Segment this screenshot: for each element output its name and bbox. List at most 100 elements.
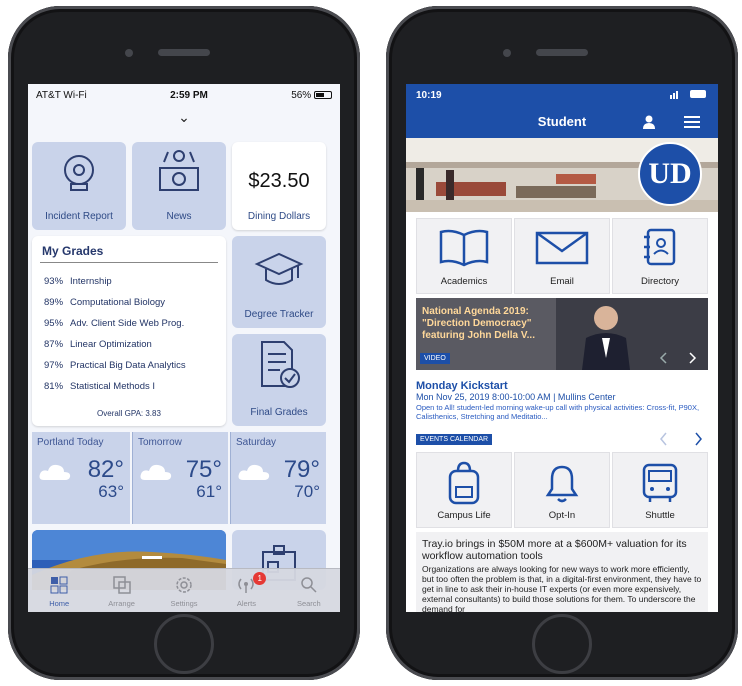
tab-settings-label: Settings [170,599,198,608]
gear-icon [176,577,192,593]
event-arrows-icon[interactable] [658,432,704,446]
book-icon [439,229,489,267]
incident-report-tile[interactable]: Incident Report [32,142,126,230]
news-podium-icon [159,150,199,191]
carrier-label: AT&T Wi-Fi [36,89,87,101]
weather-day: Portland Today [37,437,104,448]
right-phone: 10:19 Student UD Academics Email Directo… [386,6,738,680]
grades-title: My Grades [42,244,104,258]
event-title: Monday Kickstart [416,380,508,392]
battery-icon [313,90,332,99]
tab-arrange-label: Arrange [108,599,135,608]
carousel-arrows-icon[interactable] [658,352,698,364]
degree-tracker-label: Degree Tracker [244,309,314,320]
alarm-bell-icon [64,155,94,191]
grade-pct: 89% [44,297,64,308]
dining-dollars-label: Dining Dollars [247,211,311,222]
event-time: Mon Nov 25, 2019 8:00-10:00 AM | Mullins… [416,392,616,402]
cloud-icon [140,464,172,480]
ud-logo: UD [638,142,702,206]
alerts-badge: 1 [253,572,267,585]
dining-dollars-tile[interactable]: $23.50 Dining Dollars [232,142,326,230]
search-icon [301,577,317,593]
grade-course: Internship [70,276,112,287]
tab-search[interactable]: Search [278,569,340,612]
weather-low: 63° [98,482,124,501]
shuttle-tile[interactable]: Shuttle [612,452,708,528]
tab-alerts-label: Alerts [236,599,256,608]
hero-banner: UD [406,138,718,212]
weather-today[interactable]: Portland Today 82° 63° [32,432,130,524]
camera [125,49,133,57]
right-screen: 10:19 Student UD Academics Email Directo… [406,84,718,612]
hamburger-menu-icon[interactable] [684,116,700,128]
academics-tile[interactable]: Academics [416,218,512,294]
home-grid-icon [50,576,68,594]
speaker [158,49,210,56]
weather-high: 75° [185,456,222,483]
document-check-icon [261,341,300,388]
directory-tile[interactable]: Directory [612,218,708,294]
bell-icon [545,465,579,503]
cloud-icon [39,464,71,480]
user-icon[interactable] [642,115,656,129]
home-button[interactable] [532,614,592,674]
grade-course: Adv. Client Side Web Prog. [70,318,185,329]
weather-high: 79° [283,456,320,483]
events-calendar-tag[interactable]: EVENTS CALENDAR [416,434,493,445]
left-phone: AT&T Wi-Fi 2:59 PM 56% ⌄ Incident Report… [8,6,360,680]
arrange-icon [112,576,131,594]
tab-arrange[interactable]: Arrange [90,569,152,612]
overall-gpa: Overall GPA: 3.83 [97,409,161,418]
weather-saturday[interactable]: Saturday 79° 70° [230,432,326,524]
campus-life-label: Campus Life [437,510,491,521]
left-screen: AT&T Wi-Fi 2:59 PM 56% ⌄ Incident Report… [28,84,340,612]
directory-label: Directory [640,276,679,287]
nav-title: Student [537,114,587,129]
pull-indicator[interactable]: ⌄ [28,106,340,128]
opt-in-tile[interactable]: Opt-In [514,452,610,528]
event-card[interactable]: Monday Kickstart Mon Nov 25, 2019 8:00-1… [416,380,708,421]
time-label: 2:59 PM [170,89,208,101]
tab-home[interactable]: Home [28,569,90,612]
grade-course: Computational Biology [70,297,166,308]
status-bar: AT&T Wi-Fi 2:59 PM 56% [28,84,340,106]
grade-pct: 93% [44,276,64,287]
tab-settings[interactable]: Settings [153,569,215,612]
grade-row: 93% Internship [44,276,112,287]
news-tile[interactable]: News [132,142,226,230]
grade-row: 87% Linear Optimization [44,339,152,350]
video-banner[interactable]: National Agenda 2019: "Direction Democra… [416,298,708,370]
home-button[interactable] [154,614,214,674]
grade-pct: 95% [44,318,64,329]
address-book-icon [644,228,676,266]
final-grades-label: Final Grades [250,407,308,418]
grade-pct: 87% [44,339,64,350]
backpack-icon [448,461,480,505]
event-description: Open to All! student-led morning wake-up… [416,403,700,421]
my-grades-card[interactable]: My Grades 93% Internship 89% Computational… [32,236,226,426]
weather-tomorrow[interactable]: Tomorrow 75° 61° [132,432,228,524]
tab-home-label: Home [49,599,70,608]
video-title: National Agenda 2019: "Direction Democra… [422,306,535,341]
grade-course: Linear Optimization [70,339,152,350]
weather-low: 61° [196,482,222,501]
grade-pct: 97% [44,360,64,371]
grade-row: 97% Practical Big Data Analytics [44,360,186,371]
grade-row: 95% Adv. Client Side Web Prog. [44,318,184,329]
email-tile[interactable]: Email [514,218,610,294]
battery-icon [670,89,706,99]
tab-alerts[interactable]: 1 Alerts [215,569,277,612]
academics-label: Academics [440,276,488,287]
news-article[interactable]: Tray.io brings in $50M more at a $600M+ … [416,532,708,612]
opt-in-label: Opt-In [548,510,576,521]
weather-day: Tomorrow [138,437,182,448]
campus-life-tile[interactable]: Campus Life [416,452,512,528]
grade-course: Practical Big Data Analytics [70,360,186,371]
final-grades-tile[interactable]: Final Grades [232,334,326,426]
signal-battery-icons [670,89,708,102]
incident-report-label: Incident Report [45,211,113,222]
status-bar: 10:19 [406,84,718,106]
degree-tracker-tile[interactable]: Degree Tracker [232,236,326,328]
battery-percent: 56% [291,89,312,101]
